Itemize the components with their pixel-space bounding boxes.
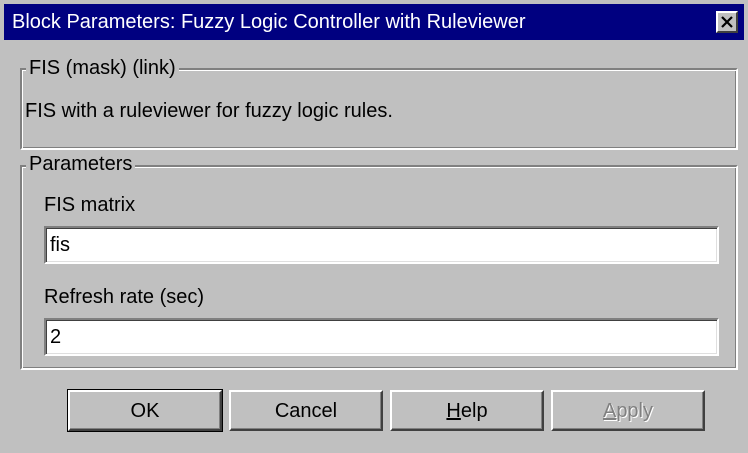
fis-matrix-input[interactable] <box>44 226 719 264</box>
help-mnemonic: H <box>446 399 461 422</box>
help-button-label: elp <box>460 399 488 422</box>
fis-matrix-label: FIS matrix <box>44 194 136 216</box>
ok-button[interactable]: OK <box>67 389 223 432</box>
ok-button-label: OK <box>130 399 160 422</box>
help-button[interactable]: Help <box>390 390 544 431</box>
parameters-group-legend: Parameters <box>26 152 136 176</box>
apply-mnemonic: A <box>602 399 617 422</box>
refresh-rate-label: Refresh rate (sec) <box>44 286 205 308</box>
close-icon <box>721 16 733 28</box>
mask-group-legend: FIS (mask) (link) <box>26 56 179 80</box>
refresh-rate-input[interactable] <box>44 318 719 356</box>
apply-button[interactable]: Apply <box>551 390 705 431</box>
block-parameters-dialog: Block Parameters: Fuzzy Logic Controller… <box>0 0 748 453</box>
apply-button-label: pply <box>616 399 654 422</box>
title-bar[interactable]: Block Parameters: Fuzzy Logic Controller… <box>4 4 744 40</box>
mask-description: FIS with a ruleviewer for fuzzy logic ru… <box>25 100 393 122</box>
cancel-button-label: Cancel <box>274 399 338 422</box>
window-title: Block Parameters: Fuzzy Logic Controller… <box>12 11 526 33</box>
close-button[interactable] <box>716 11 738 33</box>
cancel-button[interactable]: Cancel <box>229 390 383 431</box>
